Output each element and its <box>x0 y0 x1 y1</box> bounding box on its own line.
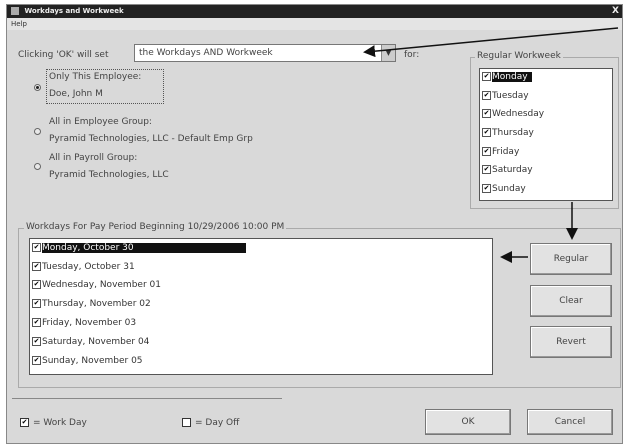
annotation-arrows <box>363 27 619 263</box>
arrow-to-combo <box>363 27 619 58</box>
